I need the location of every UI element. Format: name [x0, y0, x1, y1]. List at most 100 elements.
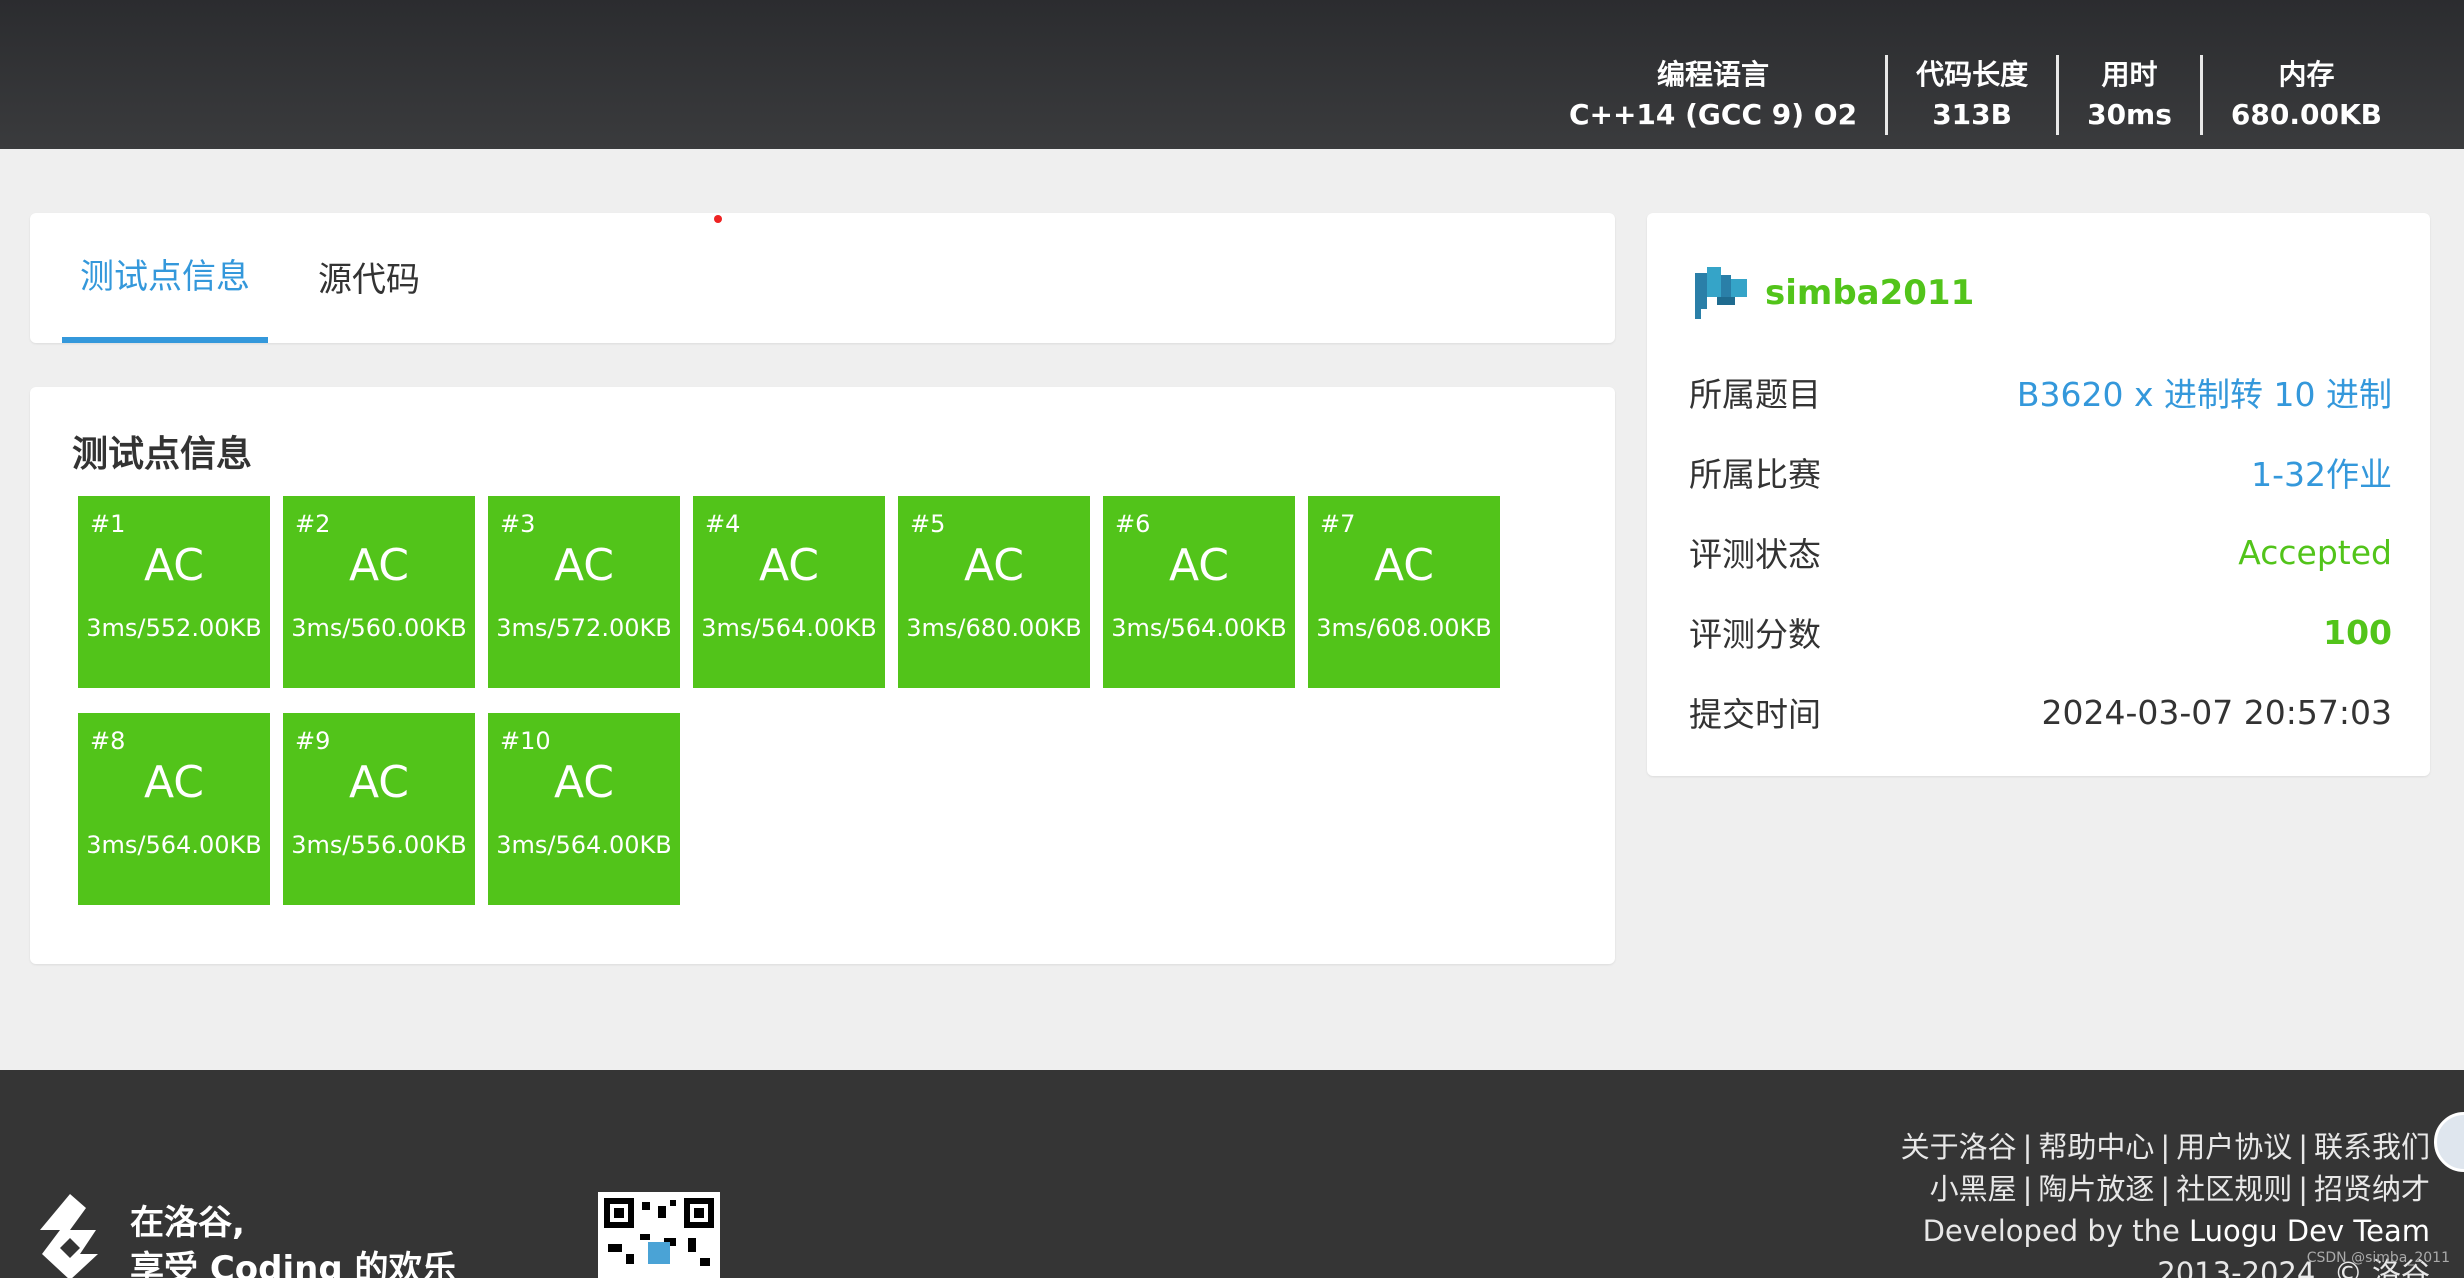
test-case-status: AC — [553, 757, 615, 808]
watermark: CSDN @simba_2011 — [2306, 1250, 2450, 1266]
test-case-status: AC — [553, 540, 615, 591]
footer-links-row-2: 小黑屋 | 陶片放逐 | 社区规则 | 招贤纳才 — [1929, 1172, 2430, 1206]
submission-info-card: simba2011 所属题目 B3620 x 进制转 10 进制 所属比赛 1-… — [1647, 213, 2430, 776]
stat-value: 313B — [1932, 98, 2012, 131]
test-case-status: AC — [963, 540, 1025, 591]
site-footer: 在洛谷, 享受 Coding 的欢乐 关于洛谷 | 帮助中心 | 用户协议 | 联系我们 小… — [0, 1070, 2464, 1278]
tab-test-info[interactable]: 测试点信息 — [62, 213, 268, 343]
test-case-metric: 3ms/564.00KB — [86, 831, 262, 859]
test-case-metric: 3ms/560.00KB — [291, 614, 467, 642]
section-title: 测试点信息 — [72, 434, 253, 475]
test-case-id: #7 — [1320, 510, 1356, 538]
test-case-4[interactable]: #4 AC 3ms/564.00KB — [693, 496, 885, 688]
test-case-6[interactable]: #6 AC 3ms/564.00KB — [1103, 496, 1295, 688]
test-case-metric: 3ms/564.00KB — [496, 831, 672, 859]
test-case-10[interactable]: #10 AC 3ms/564.00KB — [488, 713, 680, 905]
test-case-3[interactable]: #3 AC 3ms/572.00KB — [488, 496, 680, 688]
slogan-line: 在洛谷, — [130, 1203, 245, 1243]
stat-memory: 内存 680.00KB — [2199, 55, 2410, 135]
qr-code-icon — [598, 1192, 720, 1278]
test-case-status: AC — [143, 757, 205, 808]
footer-link-jobs[interactable]: 招贤纳才 — [2314, 1172, 2430, 1206]
submission-stats: 编程语言 C++14 (GCC 9) O2 代码长度 313B 用时 30ms … — [1541, 55, 2410, 135]
test-cases-card: 测试点信息 #1 AC 3ms/552.00KB #2 AC 3ms/560.0… — [30, 387, 1615, 964]
cursor-marker — [714, 215, 722, 223]
stat-label: 代码长度 — [1916, 58, 2029, 91]
user-avatar-icon[interactable] — [1691, 265, 1753, 321]
judge-status: Accepted — [2238, 532, 2392, 572]
test-case-metric: 3ms/564.00KB — [1111, 614, 1287, 642]
tabs-card: 测试点信息 源代码 — [30, 213, 1615, 343]
test-case-9[interactable]: #9 AC 3ms/556.00KB — [283, 713, 475, 905]
test-case-id: #2 — [295, 510, 331, 538]
info-key: 提交时间 — [1689, 695, 1821, 734]
submit-time: 2024-03-07 20:57:03 — [2041, 692, 2392, 732]
footer-link-contact[interactable]: 联系我们 — [2314, 1130, 2430, 1164]
user-info: simba2011 — [1691, 265, 1974, 321]
test-case-status: AC — [348, 757, 410, 808]
info-key: 评测状态 — [1689, 535, 1821, 574]
test-case-8[interactable]: #8 AC 3ms/564.00KB — [78, 713, 270, 905]
stat-value: C++14 (GCC 9) O2 — [1568, 98, 1858, 131]
dev-team-link[interactable]: Luogu Dev Team — [2189, 1214, 2430, 1248]
footer-link-help[interactable]: 帮助中心 — [2038, 1130, 2154, 1164]
luogu-logo-icon — [40, 1194, 98, 1278]
tab-source-code[interactable]: 源代码 — [300, 213, 438, 343]
info-key: 所属题目 — [1689, 375, 1821, 414]
stat-code-length: 代码长度 313B — [1885, 55, 2056, 135]
info-row-problem: 所属题目 B3620 x 进制转 10 进制 — [1689, 352, 2392, 432]
footer-link-ostracism[interactable]: 陶片放逐 — [2038, 1172, 2154, 1206]
test-case-metric: 3ms/608.00KB — [1316, 614, 1492, 642]
problem-link[interactable]: B3620 x 进制转 10 进制 — [2017, 368, 2392, 416]
test-case-status: AC — [758, 540, 820, 591]
slogan-line: 享受 Coding 的欢乐 — [130, 1249, 457, 1278]
stat-language: 编程语言 C++14 (GCC 9) O2 — [1541, 55, 1885, 135]
footer-link-terms[interactable]: 用户协议 — [2176, 1130, 2292, 1164]
stat-label: 编程语言 — [1657, 58, 1770, 91]
stat-label: 内存 — [2278, 58, 2335, 91]
footer-link-rules[interactable]: 社区规则 — [2176, 1172, 2292, 1206]
test-case-7[interactable]: #7 AC 3ms/608.00KB — [1308, 496, 1500, 688]
test-case-metric: 3ms/552.00KB — [86, 614, 262, 642]
submission-header: 编程语言 C++14 (GCC 9) O2 代码长度 313B 用时 30ms … — [0, 0, 2464, 149]
test-case-2[interactable]: #2 AC 3ms/560.00KB — [283, 496, 475, 688]
dev-prefix: Developed by the — [1922, 1214, 2190, 1248]
test-case-id: #4 — [705, 510, 741, 538]
info-row-score: 评测分数 100 — [1689, 592, 2392, 672]
test-case-1[interactable]: #1 AC 3ms/552.00KB — [78, 496, 270, 688]
stat-value: 680.00KB — [2230, 98, 2382, 131]
footer-slogan: 在洛谷, 享受 Coding 的欢乐 — [130, 1200, 457, 1278]
stat-value: 30ms — [2087, 98, 2172, 131]
info-key: 评测分数 — [1689, 615, 1821, 654]
test-case-status: AC — [1168, 540, 1230, 591]
test-case-id: #10 — [500, 727, 551, 755]
test-case-metric: 3ms/680.00KB — [906, 614, 1082, 642]
test-case-5[interactable]: #5 AC 3ms/680.00KB — [898, 496, 1090, 688]
contest-link[interactable]: 1-32作业 — [2251, 448, 2392, 496]
info-row-status: 评测状态 Accepted — [1689, 512, 2392, 592]
username-link[interactable]: simba2011 — [1765, 273, 1974, 313]
test-case-status: AC — [143, 540, 205, 591]
footer-links-row-1: 关于洛谷 | 帮助中心 | 用户协议 | 联系我们 — [1900, 1130, 2430, 1164]
test-case-metric: 3ms/556.00KB — [291, 831, 467, 859]
test-case-id: #6 — [1115, 510, 1151, 538]
stat-label: 用时 — [2101, 58, 2158, 91]
test-case-id: #5 — [910, 510, 946, 538]
test-case-id: #3 — [500, 510, 536, 538]
info-row-contest: 所属比赛 1-32作业 — [1689, 432, 2392, 512]
judge-score: 100 — [2323, 612, 2392, 652]
info-row-submit-time: 提交时间 2024-03-07 20:57:03 — [1689, 672, 2392, 752]
test-case-id: #1 — [90, 510, 126, 538]
test-case-metric: 3ms/564.00KB — [701, 614, 877, 642]
footer-developed-by: Developed by the Luogu Dev Team — [1901, 1210, 2430, 1252]
test-case-status: AC — [1373, 540, 1435, 591]
test-case-metric: 3ms/572.00KB — [496, 614, 672, 642]
stat-time: 用时 30ms — [2056, 55, 2200, 135]
footer-link-blacklist[interactable]: 小黑屋 — [1930, 1172, 2017, 1206]
test-case-id: #8 — [90, 727, 126, 755]
footer-link-about[interactable]: 关于洛谷 — [1901, 1130, 2017, 1164]
info-key: 所属比赛 — [1689, 455, 1821, 494]
test-case-status: AC — [348, 540, 410, 591]
test-case-id: #9 — [295, 727, 331, 755]
floating-button[interactable] — [2434, 1112, 2464, 1172]
